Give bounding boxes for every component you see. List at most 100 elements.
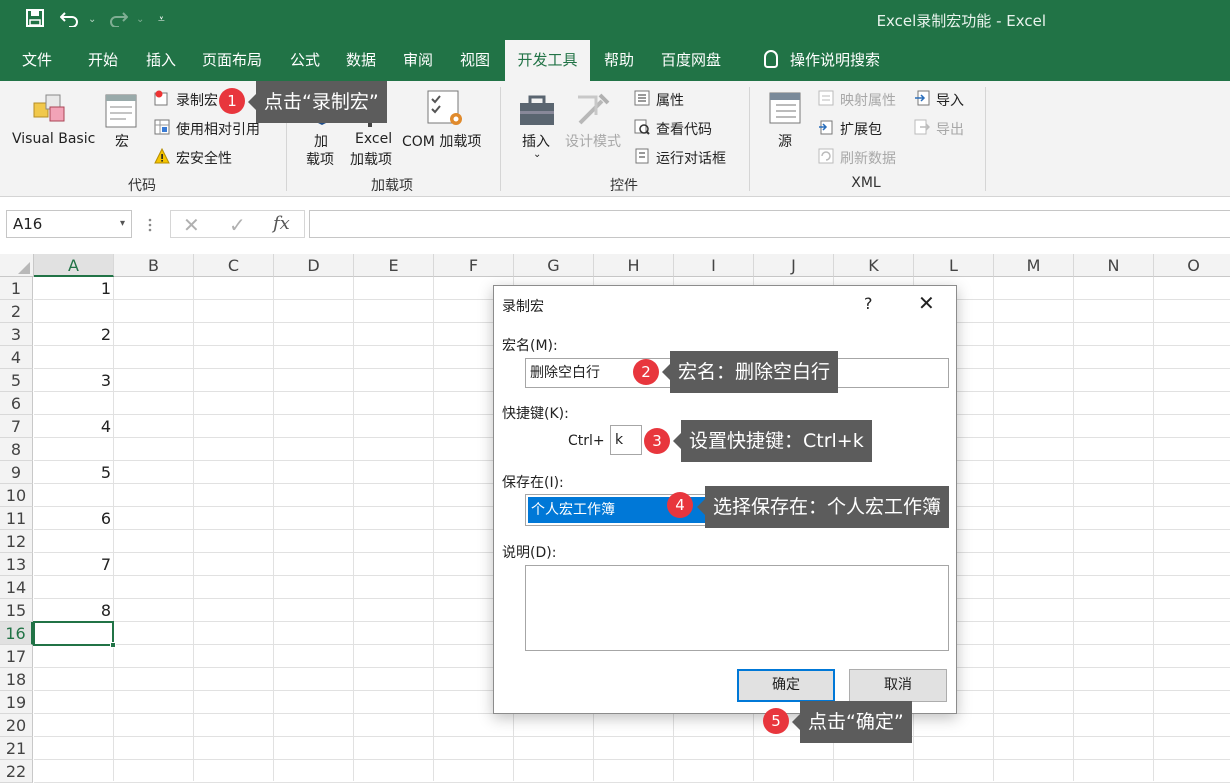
expansion-packs-icon[interactable] xyxy=(818,119,834,135)
row-header[interactable]: 7 xyxy=(0,415,33,438)
dialog-help-button[interactable]: ? xyxy=(864,294,873,313)
row-header[interactable]: 9 xyxy=(0,461,33,484)
cell-a5[interactable]: 3 xyxy=(34,369,111,392)
macro-security-button[interactable]: 宏安全性 xyxy=(176,148,232,168)
column-header[interactable]: J xyxy=(754,254,834,277)
view-code-icon[interactable] xyxy=(634,119,650,135)
shortcut-key-input[interactable]: k xyxy=(610,425,642,455)
row-header[interactable]: 22 xyxy=(0,760,33,783)
ok-button[interactable]: 确定 xyxy=(737,669,835,702)
toolbox-icon[interactable] xyxy=(518,93,556,127)
column-header[interactable]: G xyxy=(514,254,594,277)
row-header[interactable]: 18 xyxy=(0,668,33,691)
formula-bar-grip-icon[interactable] xyxy=(148,217,152,233)
tab-help[interactable]: 帮助 xyxy=(592,40,646,81)
cell-a7[interactable]: 4 xyxy=(34,415,111,438)
row-header[interactable]: 19 xyxy=(0,691,33,714)
insert-control-button[interactable]: 插入 xyxy=(522,131,550,151)
column-header[interactable]: I xyxy=(674,254,754,277)
properties-icon[interactable] xyxy=(634,90,650,106)
macros-button[interactable]: 宏 xyxy=(115,131,129,151)
tab-data[interactable]: 数据 xyxy=(334,40,388,81)
name-box-dropdown-icon[interactable]: ▾ xyxy=(120,211,125,237)
tab-review[interactable]: 审阅 xyxy=(391,40,445,81)
properties-button[interactable]: 属性 xyxy=(656,90,684,110)
macros-icon[interactable] xyxy=(104,91,140,131)
cell-a1[interactable]: 1 xyxy=(34,277,111,300)
cell-a11[interactable]: 6 xyxy=(34,507,111,530)
import-icon[interactable] xyxy=(914,90,930,106)
com-addins-button[interactable]: COM 加载项 xyxy=(402,131,481,151)
tell-me-search[interactable]: 操作说明搜索 xyxy=(752,40,892,81)
formula-input[interactable] xyxy=(309,210,1230,238)
column-header[interactable]: O xyxy=(1154,254,1230,277)
run-dialog-icon[interactable] xyxy=(634,148,650,164)
row-header[interactable]: 3 xyxy=(0,323,33,346)
tab-developer[interactable]: 开发工具 xyxy=(505,40,590,81)
addins-button-line2[interactable]: 载项 xyxy=(306,149,334,169)
cell-a15[interactable]: 8 xyxy=(34,599,111,622)
cell-a3[interactable]: 2 xyxy=(34,323,111,346)
undo-icon[interactable] xyxy=(59,9,80,32)
column-header[interactable]: L xyxy=(914,254,994,277)
com-addins-icon[interactable] xyxy=(426,89,466,129)
insert-function-icon[interactable]: fx xyxy=(273,213,290,234)
view-code-button[interactable]: 查看代码 xyxy=(656,119,712,139)
record-macro-icon[interactable] xyxy=(154,90,170,106)
tab-page-layout[interactable]: 页面布局 xyxy=(194,40,270,81)
visual-basic-button[interactable]: Visual Basic xyxy=(12,131,95,147)
row-header[interactable]: 11 xyxy=(0,507,33,530)
row-header[interactable]: 6 xyxy=(0,392,33,415)
row-header[interactable]: 16 xyxy=(0,622,33,645)
active-cell-a16[interactable] xyxy=(33,621,114,646)
column-header[interactable]: F xyxy=(434,254,514,277)
row-header[interactable]: 5 xyxy=(0,369,33,392)
row-header[interactable]: 13 xyxy=(0,553,33,576)
column-header[interactable]: B xyxy=(114,254,194,277)
row-header[interactable]: 15 xyxy=(0,599,33,622)
row-header[interactable]: 8 xyxy=(0,438,33,461)
row-header[interactable]: 21 xyxy=(0,737,33,760)
undo-dropdown-icon[interactable]: ⌄ xyxy=(88,14,96,25)
column-header[interactable]: H xyxy=(594,254,674,277)
addins-button-line1[interactable]: 加 xyxy=(314,131,328,151)
description-textarea[interactable] xyxy=(525,565,949,651)
column-header[interactable]: M xyxy=(994,254,1074,277)
row-header[interactable]: 10 xyxy=(0,484,33,507)
expansion-packs-button[interactable]: 扩展包 xyxy=(840,119,882,139)
insert-control-dropdown-icon[interactable]: ⌄ xyxy=(533,149,541,160)
column-header[interactable]: E xyxy=(354,254,434,277)
column-header[interactable]: N xyxy=(1074,254,1154,277)
tab-home[interactable]: 开始 xyxy=(76,40,130,81)
cell-a9[interactable]: 5 xyxy=(34,461,111,484)
warning-icon[interactable] xyxy=(154,147,170,164)
save-icon[interactable] xyxy=(26,9,44,32)
fill-handle[interactable] xyxy=(110,642,116,648)
column-header[interactable]: A xyxy=(34,254,114,277)
tab-baidu-netdisk[interactable]: 百度网盘 xyxy=(652,40,730,81)
tab-file[interactable]: 文件 xyxy=(10,40,64,81)
column-header[interactable]: K xyxy=(834,254,914,277)
name-box[interactable]: A16 ▾ xyxy=(6,210,132,238)
row-header[interactable]: 4 xyxy=(0,346,33,369)
column-header[interactable]: D xyxy=(274,254,354,277)
relative-references-icon[interactable] xyxy=(154,119,170,135)
select-all-corner[interactable] xyxy=(0,254,34,277)
excel-addins-button-line2[interactable]: 加载项 xyxy=(350,149,392,169)
visual-basic-icon[interactable] xyxy=(30,89,70,129)
tab-insert[interactable]: 插入 xyxy=(134,40,188,81)
customize-toolbar-icon[interactable]: ⩡ xyxy=(158,12,165,27)
row-header[interactable]: 2 xyxy=(0,300,33,323)
xml-source-icon[interactable] xyxy=(768,91,804,127)
row-header[interactable]: 14 xyxy=(0,576,33,599)
row-header[interactable]: 17 xyxy=(0,645,33,668)
relative-references-button[interactable]: 使用相对引用 xyxy=(176,119,260,139)
run-dialog-button[interactable]: 运行对话框 xyxy=(656,148,726,168)
row-header[interactable]: 20 xyxy=(0,714,33,737)
excel-addins-button-line1[interactable]: Excel xyxy=(355,131,392,147)
tab-formulas[interactable]: 公式 xyxy=(278,40,332,81)
column-header[interactable]: C xyxy=(194,254,274,277)
cancel-button[interactable]: 取消 xyxy=(849,669,947,702)
cell-a13[interactable]: 7 xyxy=(34,553,111,576)
dialog-close-icon[interactable]: ✕ xyxy=(918,291,935,315)
